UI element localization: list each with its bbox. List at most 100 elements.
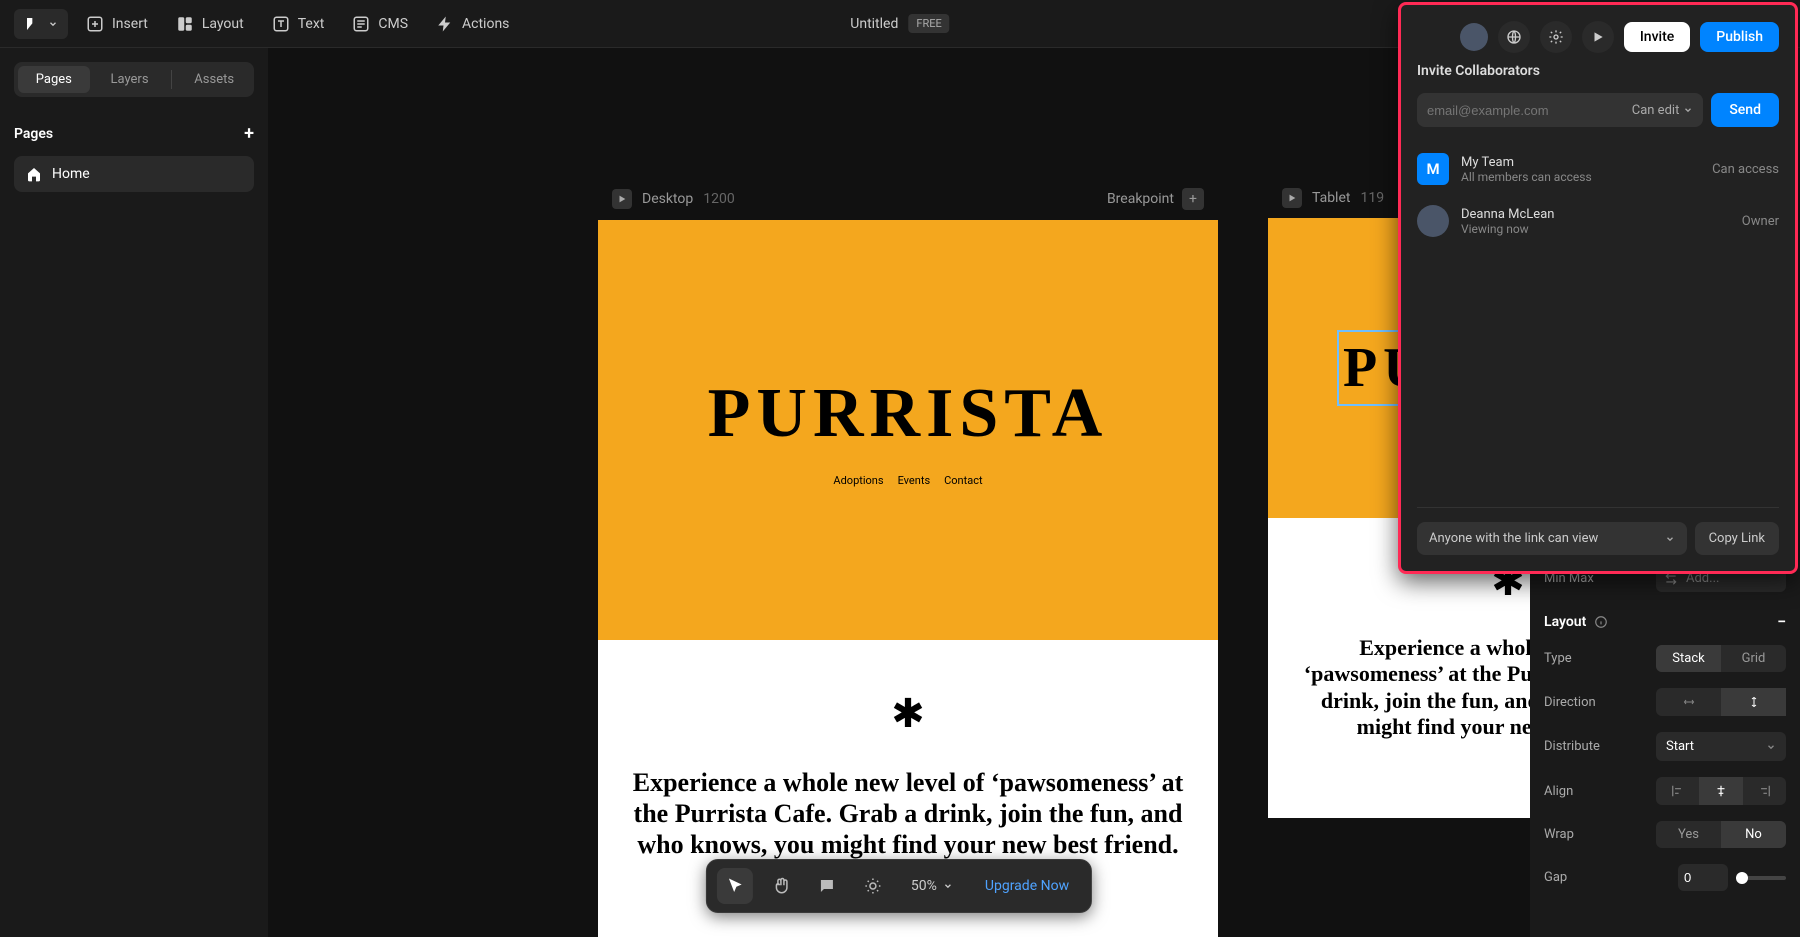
- body-copy-desktop: Experience a whole new level of ‘pawsome…: [598, 767, 1218, 861]
- team-sub: All members can access: [1461, 170, 1700, 184]
- direction-horizontal[interactable]: [1656, 688, 1721, 716]
- invite-permission-select[interactable]: Can edit: [1632, 103, 1694, 118]
- tab-assets[interactable]: Assets: [178, 66, 250, 93]
- type-stack[interactable]: Stack: [1656, 645, 1721, 672]
- align-label: Align: [1544, 784, 1604, 799]
- wrap-yes[interactable]: Yes: [1656, 821, 1721, 848]
- align-center[interactable]: [1699, 777, 1742, 805]
- globe-button[interactable]: [1498, 21, 1530, 53]
- frame-desktop-label[interactable]: Desktop: [642, 191, 693, 207]
- owner-avatar: [1417, 205, 1449, 237]
- insert-menu[interactable]: Insert: [76, 9, 158, 39]
- cms-label: CMS: [378, 16, 408, 32]
- wrap-label: Wrap: [1544, 827, 1604, 842]
- frame-desktop[interactable]: Desktop 1200 Breakpoint + PURRISTA Adopt…: [598, 178, 1218, 937]
- theme-tool[interactable]: [855, 868, 891, 904]
- copy-link-button[interactable]: Copy Link: [1695, 522, 1779, 555]
- chevron-down-icon: [943, 881, 953, 891]
- canvas-toolbar: 50% Upgrade Now: [706, 859, 1092, 913]
- team-avatar: M: [1417, 153, 1449, 185]
- layout-icon: [176, 15, 194, 33]
- invite-popover: Invite Publish Invite Collaborators Can …: [1398, 2, 1798, 574]
- frame-desktop-size: 1200: [703, 191, 734, 207]
- text-icon: [272, 15, 290, 33]
- link-permission-select[interactable]: Anyone with the link can view: [1417, 522, 1687, 555]
- text-label: Text: [298, 16, 325, 32]
- canvas[interactable]: Desktop 1200 Breakpoint + PURRISTA Adopt…: [268, 48, 1530, 937]
- team-role: Can access: [1712, 162, 1779, 177]
- hand-tool[interactable]: [763, 868, 799, 904]
- doc-title[interactable]: Untitled: [850, 16, 898, 32]
- add-page-button[interactable]: +: [244, 123, 254, 144]
- actions-label: Actions: [462, 16, 509, 32]
- gap-label: Gap: [1544, 870, 1604, 885]
- plus-square-icon: [86, 15, 104, 33]
- collapse-button[interactable]: −: [1777, 612, 1786, 631]
- logo-icon: [24, 15, 42, 33]
- frame-desktop-header: Desktop 1200 Breakpoint +: [598, 178, 1218, 220]
- type-label: Type: [1544, 651, 1604, 666]
- page-home[interactable]: Home: [14, 156, 254, 192]
- nav-events[interactable]: Events: [898, 474, 931, 487]
- owner-name: Deanna McLean: [1461, 207, 1730, 222]
- play-icon[interactable]: [612, 189, 632, 209]
- send-invite-button[interactable]: Send: [1711, 93, 1779, 127]
- invite-email-input[interactable]: [1427, 94, 1632, 127]
- invite-title: Invite Collaborators: [1417, 63, 1779, 79]
- actions-menu[interactable]: Actions: [426, 9, 519, 39]
- layout-menu[interactable]: Layout: [166, 9, 254, 39]
- preview-button[interactable]: [1582, 21, 1614, 53]
- direction-label: Direction: [1544, 695, 1604, 710]
- user-avatar[interactable]: [1460, 23, 1488, 51]
- layout-section-label: Layout: [1544, 614, 1586, 630]
- distribute-select[interactable]: Start: [1656, 732, 1786, 761]
- invite-button[interactable]: Invite: [1624, 22, 1690, 52]
- chevron-down-icon: [48, 19, 58, 29]
- distribute-label: Distribute: [1544, 739, 1604, 754]
- pointer-tool[interactable]: [717, 868, 753, 904]
- layout-label: Layout: [202, 16, 244, 32]
- logo-menu[interactable]: [14, 9, 68, 39]
- member-owner[interactable]: Deanna McLean Viewing now Owner: [1417, 195, 1779, 247]
- gap-input[interactable]: [1678, 864, 1728, 891]
- lightning-icon: [436, 15, 454, 33]
- page-home-label: Home: [52, 166, 90, 182]
- add-breakpoint-button[interactable]: +: [1182, 188, 1204, 210]
- text-menu[interactable]: Text: [262, 9, 335, 39]
- nav-adoptions[interactable]: Adoptions: [833, 474, 883, 487]
- chevron-down-icon: [1683, 105, 1693, 115]
- align-start[interactable]: [1656, 777, 1699, 805]
- settings-button[interactable]: [1540, 21, 1572, 53]
- brand-title: PURRISTA: [708, 374, 1109, 454]
- owner-sub: Viewing now: [1461, 222, 1730, 236]
- align-end[interactable]: [1743, 777, 1786, 805]
- pages-heading: Pages: [14, 126, 53, 142]
- upgrade-button[interactable]: Upgrade Now: [973, 872, 1081, 900]
- nav-contact[interactable]: Contact: [944, 474, 982, 487]
- tab-separator: [171, 70, 172, 89]
- wrap-no[interactable]: No: [1721, 821, 1786, 848]
- frame-desktop-body[interactable]: PURRISTA Adoptions Events Contact: [598, 220, 1218, 640]
- chevron-down-icon: [1766, 742, 1776, 752]
- tab-layers[interactable]: Layers: [94, 66, 166, 93]
- tab-pages[interactable]: Pages: [18, 66, 90, 93]
- member-team[interactable]: M My Team All members can access Can acc…: [1417, 143, 1779, 195]
- cms-menu[interactable]: CMS: [342, 9, 418, 39]
- type-grid[interactable]: Grid: [1721, 645, 1786, 672]
- comment-tool[interactable]: [809, 868, 845, 904]
- frame-tablet-label[interactable]: Tablet: [1312, 190, 1350, 206]
- doc-title-area: Untitled FREE: [850, 14, 949, 33]
- plan-badge: FREE: [908, 14, 949, 33]
- play-icon[interactable]: [1282, 188, 1302, 208]
- publish-button[interactable]: Publish: [1700, 22, 1779, 52]
- direction-vertical[interactable]: [1721, 688, 1786, 716]
- info-icon[interactable]: [1594, 615, 1608, 629]
- zoom-control[interactable]: 50%: [901, 878, 963, 894]
- insert-label: Insert: [112, 16, 148, 32]
- team-name: My Team: [1461, 155, 1700, 170]
- frame-tablet-size: 119: [1360, 190, 1384, 206]
- breakpoint-label: Breakpoint: [1107, 191, 1174, 207]
- home-icon: [26, 166, 42, 182]
- zoom-value: 50%: [911, 878, 937, 894]
- gap-slider[interactable]: [1736, 876, 1786, 880]
